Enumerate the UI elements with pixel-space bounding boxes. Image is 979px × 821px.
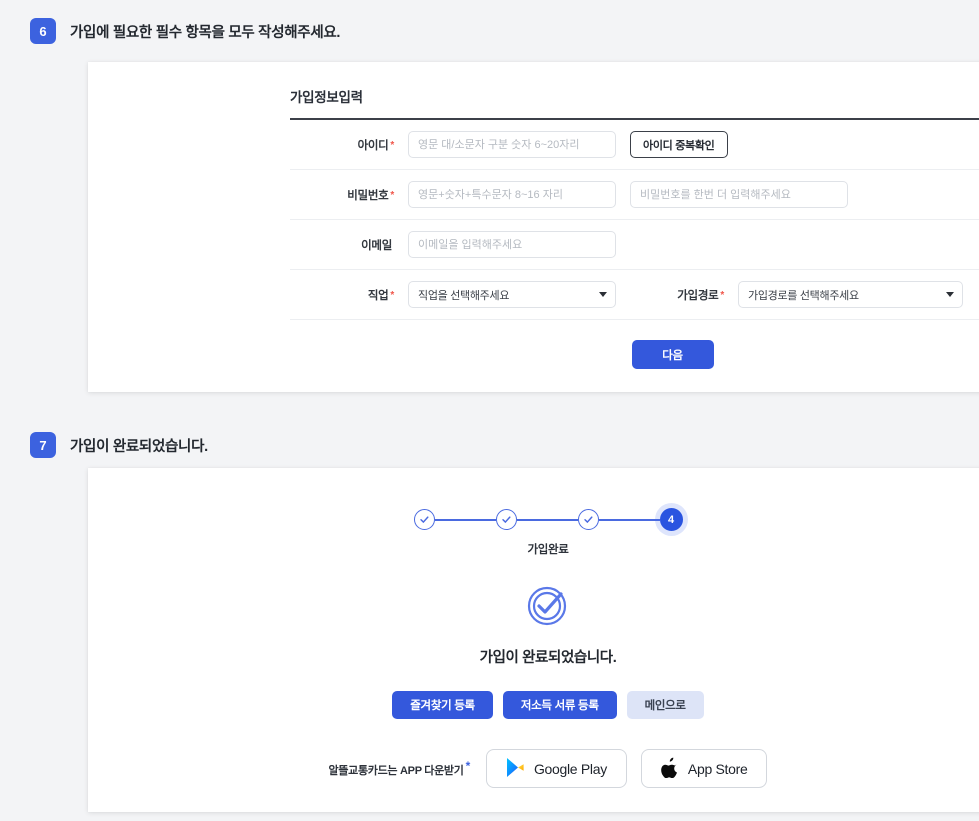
completion-message: 가입이 완료되었습니다. (479, 650, 617, 666)
joinpath-select[interactable]: 가입경로를 선택해주세요 (738, 281, 963, 308)
password-input[interactable] (408, 181, 616, 208)
stepper-caption: 가입완료 (527, 544, 569, 556)
required-mark-password: * (390, 189, 394, 201)
register-favorite-button[interactable]: 즐겨찾기 등록 (392, 691, 493, 719)
required-mark-joinpath: * (720, 289, 724, 301)
app-download-text: 알뜰교통카드는 APP 다운받기 (328, 765, 464, 777)
next-button[interactable]: 다음 (631, 340, 714, 369)
register-lowincome-docs-button[interactable]: 저소득 서류 등록 (502, 691, 617, 719)
job-select-wrap[interactable]: 직업을 선택해주세요 (408, 281, 616, 308)
step-connector (598, 518, 660, 521)
id-duplicate-check-button[interactable]: 아이디 중복확인 (630, 131, 728, 158)
step-connector (516, 518, 578, 521)
section-title: 가입에 필요한 필수 항목을 모두 작성해주세요. (70, 24, 341, 41)
app-store-label: App Store (687, 760, 748, 777)
step-2-complete-icon (495, 509, 517, 530)
google-play-icon (506, 757, 525, 781)
section-title: 가입이 완료되었습니다. (70, 438, 208, 455)
form-heading: 가입정보입력 (290, 90, 363, 105)
step-connector (434, 518, 496, 521)
email-input[interactable] (408, 231, 616, 258)
step-4-active: 4 (659, 508, 683, 531)
stepper-steps: 4 (413, 508, 683, 531)
required-mark-job: * (390, 289, 394, 301)
joinpath-select-wrap[interactable]: 가입경로를 선택해주세요 (738, 281, 963, 308)
password-confirm-input[interactable] (630, 181, 848, 208)
apple-icon (661, 757, 679, 781)
completion-actions: 즐겨찾기 등록 저소득 서류 등록 메인으로 (392, 691, 704, 719)
form-row-job-joinpath: 직업 * 직업을 선택해주세요 가입경로 * 가입경로를 선택해주세요 (290, 270, 979, 320)
required-mark-id: * (390, 139, 394, 151)
label-id: 아이디 * (290, 137, 408, 153)
form-row-email: 이메일 (290, 220, 979, 270)
label-password: 비밀번호 * (290, 187, 408, 203)
label-job-text: 직업 (367, 289, 389, 302)
completion-body: 가입이 완료되었습니다. 즐겨찾기 등록 저소득 서류 등록 메인으로 (88, 578, 979, 719)
job-select[interactable]: 직업을 선택해주세요 (408, 281, 616, 308)
google-play-button[interactable]: Google Play (485, 749, 627, 788)
label-password-text: 비밀번호 (347, 189, 389, 202)
label-joinpath: 가입경로 * (616, 287, 738, 303)
completion-card: 4 가입완료 가입이 완료되었습니다. 즐겨찾기 등록 저소득 서류 등록 메인… (88, 468, 979, 812)
signup-stepper: 4 가입완료 (88, 508, 979, 557)
label-id-text: 아이디 (357, 139, 389, 152)
step-1-complete-icon (413, 509, 435, 530)
signup-form-card: 가입정보입력 아이디* 아이디 중복확인 비밀번호* (88, 62, 979, 392)
page-root: 6 가입에 필요한 필수 항목을 모두 작성해주세요. 가입정보입력 아이디 * … (0, 0, 979, 821)
label-joinpath-text: 가입경로 (677, 289, 719, 302)
success-check-circle-icon (521, 578, 575, 632)
section-number-badge: 7 (30, 432, 56, 458)
app-download-row: 알뜰교통카드는 APP 다운받기 * Google Play App Store (88, 749, 979, 788)
label-email-text: 이메일 (361, 239, 392, 252)
submit-row: 다음 (290, 320, 979, 369)
section-heading-6: 6 가입에 필요한 필수 항목을 모두 작성해주세요. (30, 18, 340, 44)
app-store-button[interactable]: App Store (640, 749, 768, 788)
step-3-complete-icon (577, 509, 599, 530)
label-email: 이메일 (290, 237, 408, 253)
go-to-main-button[interactable]: 메인으로 (626, 691, 704, 719)
google-play-label: Google Play (533, 760, 607, 777)
label-job: 직업 * (290, 287, 408, 303)
app-download-label: 알뜰교통카드는 APP 다운받기 * (328, 759, 471, 778)
form-row-password: 비밀번호 * (290, 170, 979, 220)
section-number-badge: 6 (30, 18, 56, 44)
section-heading-7: 7 가입이 완료되었습니다. (30, 432, 208, 458)
signup-form: 가입정보입력 아이디* 아이디 중복확인 비밀번호* (290, 86, 979, 369)
id-input[interactable] (408, 131, 616, 158)
form-row-id: 아이디* 아이디 중복확인 (290, 120, 979, 170)
asterisk-mark: * (465, 759, 471, 773)
